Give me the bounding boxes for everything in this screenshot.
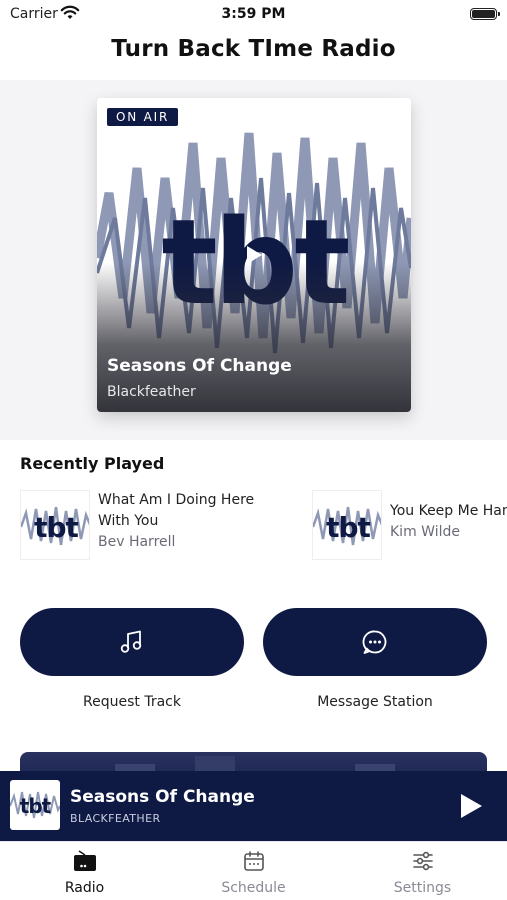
recent-track-artist: Bev Harrell xyxy=(98,534,176,550)
music-note-icon xyxy=(120,630,142,653)
message-station-label: Message Station xyxy=(317,694,433,710)
play-icon[interactable] xyxy=(455,791,485,821)
battery-icon xyxy=(470,8,500,20)
mini-player[interactable]: tbt Seasons Of Change BLACKFEATHER xyxy=(0,771,507,841)
request-track-label: Request Track xyxy=(83,694,181,710)
recent-track-title: What Am I Doing Here xyxy=(98,492,255,508)
tab-radio-label: Radio xyxy=(64,880,105,896)
recent-track-artwork: tbt xyxy=(20,490,90,560)
recent-track-item[interactable]: tbt You Keep Me Hangin' On Kim Wilde xyxy=(312,490,507,560)
recent-track-artwork: tbt xyxy=(312,490,382,560)
on-air-badge: ON AIR xyxy=(107,108,179,126)
calendar-icon xyxy=(243,851,264,871)
svg-text:tbt: tbt xyxy=(34,511,78,544)
recent-track-title-line2: With You xyxy=(98,513,159,529)
recently-played-heading: Recently Played xyxy=(20,454,165,473)
hero-play-icon[interactable] xyxy=(245,245,263,265)
status-time: 3:59 PM xyxy=(221,6,286,22)
tab-radio[interactable]: Radio xyxy=(0,842,169,900)
tab-bar: Radio Schedule Settings xyxy=(0,841,507,900)
now-playing-title: Seasons Of Change xyxy=(107,356,292,376)
status-bar: Carrier 3:59 PM xyxy=(0,0,507,28)
chat-bubble-icon xyxy=(362,630,387,654)
svg-text:tbt: tbt xyxy=(326,511,370,544)
radio-icon xyxy=(73,850,96,871)
tab-settings[interactable]: Settings xyxy=(338,842,507,900)
page-title: Turn Back TIme Radio xyxy=(111,36,396,62)
svg-text:tbt: tbt xyxy=(20,794,52,818)
mini-player-artist: BLACKFEATHER xyxy=(70,812,161,825)
tab-schedule[interactable]: Schedule xyxy=(169,842,338,900)
now-playing-artist: Blackfeather xyxy=(107,384,196,400)
recent-track-item[interactable]: tbt What Am I Doing Here With You Bev Ha… xyxy=(20,490,300,560)
tab-settings-label: Settings xyxy=(393,880,452,896)
recent-track-title: You Keep Me Hangin' On xyxy=(390,503,507,519)
message-station-button[interactable] xyxy=(263,608,487,676)
mini-player-title: Seasons Of Change xyxy=(70,787,255,807)
tab-schedule-label: Schedule xyxy=(221,880,286,896)
recent-track-artist: Kim Wilde xyxy=(390,524,460,540)
now-playing-card[interactable]: tbt ON AIR Seasons Of Change Blackfeathe… xyxy=(97,98,411,412)
request-track-button[interactable] xyxy=(20,608,244,676)
mini-player-artwork: tbt xyxy=(10,780,60,830)
sliders-icon xyxy=(412,851,433,871)
